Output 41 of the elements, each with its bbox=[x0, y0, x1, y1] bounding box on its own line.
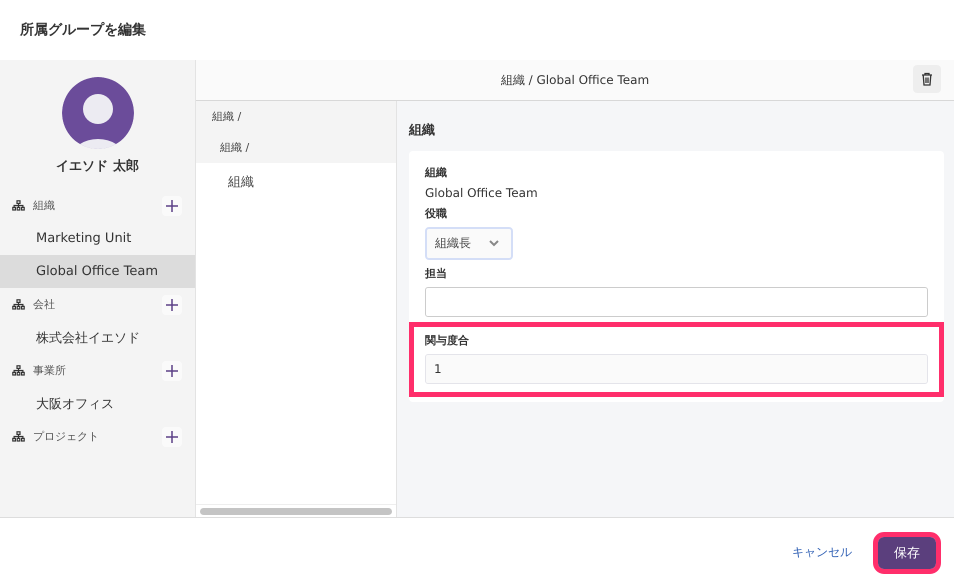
add-button[interactable] bbox=[162, 196, 182, 216]
section-label: 事業所 bbox=[33, 363, 67, 378]
user-name: イエソド 太郎 bbox=[56, 158, 139, 175]
org-chart-icon bbox=[12, 299, 25, 310]
sidebar-item[interactable]: Marketing Unit bbox=[0, 222, 195, 255]
add-button[interactable] bbox=[162, 360, 182, 380]
org-chart-icon bbox=[12, 365, 25, 376]
input-field[interactable]: 1 bbox=[425, 354, 928, 384]
plus-icon bbox=[166, 364, 178, 376]
field-label: 組織 bbox=[425, 165, 447, 180]
section-heading: 組織 bbox=[409, 122, 436, 139]
section-label: プロジェクト bbox=[33, 429, 100, 444]
sidebar-item[interactable]: 株式会社イエソド bbox=[0, 321, 195, 354]
field-label: 役職 bbox=[425, 206, 447, 221]
field-value: Global Office Team bbox=[425, 186, 538, 200]
dialog-title: 所属グループを編集 bbox=[20, 21, 146, 39]
scrollbar-thumb[interactable] bbox=[200, 508, 392, 514]
add-button[interactable] bbox=[162, 294, 182, 314]
save-button[interactable]: 保存 bbox=[878, 536, 936, 568]
plus-icon bbox=[166, 430, 178, 442]
sidebar-item[interactable]: 大阪オフィス bbox=[0, 387, 195, 420]
org-chart-icon bbox=[12, 200, 25, 211]
section-label: 会社 bbox=[33, 297, 56, 312]
field-label: 関与度合 bbox=[425, 333, 470, 348]
tree-item[interactable]: 組織 / bbox=[196, 132, 396, 163]
org-chart-icon bbox=[12, 431, 25, 442]
plus-icon bbox=[166, 200, 178, 212]
sidebar-item[interactable]: Global Office Team bbox=[0, 255, 195, 288]
plus-icon bbox=[166, 298, 178, 310]
cancel-link[interactable]: キャンセル bbox=[792, 544, 852, 561]
input-field[interactable] bbox=[425, 287, 928, 317]
tree-item[interactable]: 組織 / bbox=[196, 101, 396, 132]
chevron-down-icon bbox=[489, 240, 499, 247]
trash-icon bbox=[921, 72, 933, 86]
panel-title: 組織 / Global Office Team bbox=[500, 72, 650, 88]
delete-button[interactable] bbox=[913, 65, 941, 93]
section-label: 組織 bbox=[33, 198, 56, 213]
field-label: 担当 bbox=[425, 266, 447, 281]
avatar-icon bbox=[62, 77, 134, 149]
role-select[interactable]: 組織長 bbox=[425, 227, 513, 260]
add-button[interactable] bbox=[162, 426, 182, 446]
